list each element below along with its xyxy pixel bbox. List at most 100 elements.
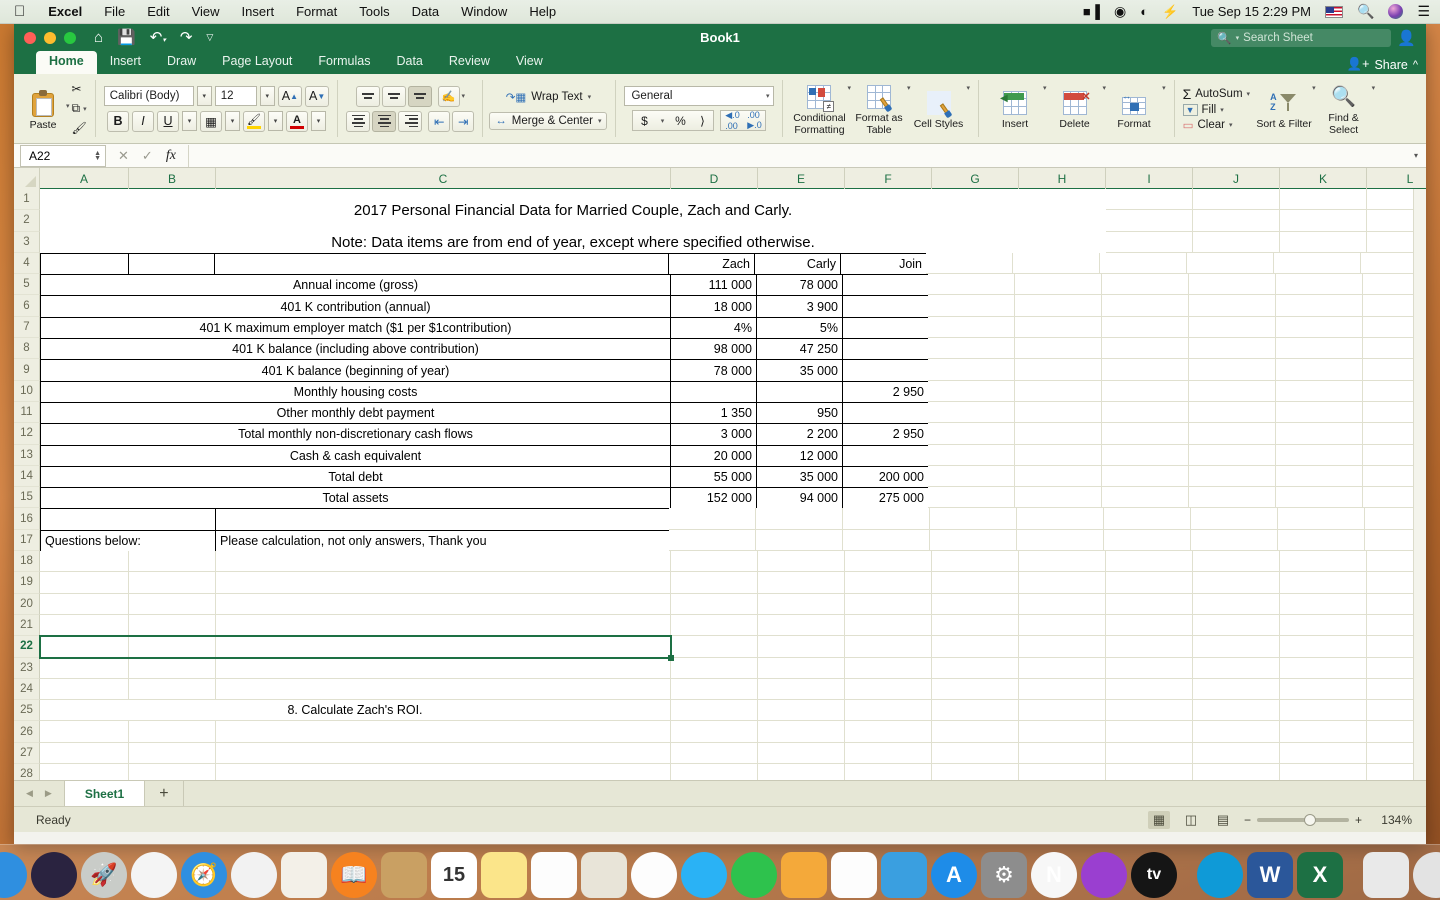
cell-I25[interactable] [1106, 700, 1193, 721]
cell-H27[interactable] [1019, 743, 1106, 764]
decrease-font-size-button[interactable]: A▼ [305, 86, 329, 107]
cell-J21[interactable] [1193, 615, 1280, 636]
cell-C27[interactable] [216, 743, 671, 764]
dock-item-document-stack[interactable] [1363, 852, 1409, 898]
merged-title-line-2[interactable]: Note: Data items are from end of year, e… [40, 232, 1106, 253]
column-header-b[interactable]: B [129, 168, 216, 189]
cell-G28[interactable] [932, 764, 1019, 780]
find-select-button[interactable]: 🔍 Find & Select [1316, 81, 1372, 137]
tab-formulas[interactable]: Formulas [305, 51, 383, 74]
cell-F10[interactable]: 2 950 [842, 381, 929, 403]
column-header-a[interactable]: A [40, 168, 129, 189]
cell-F28[interactable] [845, 764, 932, 780]
dock-item-pages[interactable] [781, 852, 827, 898]
fill-color-button[interactable]: 🖌 [243, 111, 265, 132]
select-all-corner[interactable] [14, 168, 40, 189]
save-icon[interactable]: 💾 [117, 30, 136, 45]
cell-C23[interactable] [216, 658, 671, 679]
cell-D22[interactable] [671, 636, 758, 657]
column-header-j[interactable]: J [1193, 168, 1280, 189]
zoom-slider[interactable]: − + [1244, 813, 1362, 827]
collapse-ribbon-icon[interactable]: ^ [1413, 59, 1418, 71]
previous-sheet-icon[interactable]: ◀ [26, 788, 33, 799]
page-break-icon[interactable]: ▤ [1212, 811, 1234, 829]
cell-C9[interactable]: 401 K balance (beginning of year) [40, 359, 671, 381]
cell-G26[interactable] [932, 721, 1019, 742]
cell-H16[interactable] [1017, 508, 1104, 529]
cell-J15[interactable] [1189, 487, 1276, 508]
cell-K25[interactable] [1280, 700, 1367, 721]
row-header-10[interactable]: 10 [14, 381, 40, 402]
cell-E17[interactable] [756, 530, 843, 551]
cell-A16[interactable] [40, 508, 216, 530]
row-header-8[interactable]: 8 [14, 338, 40, 359]
cell-D21[interactable] [671, 615, 758, 636]
cell-E20[interactable] [758, 594, 845, 615]
cell-F9[interactable] [842, 359, 929, 381]
cell-E22[interactable] [758, 636, 845, 657]
cell-G6[interactable] [928, 295, 1015, 316]
dock-item-finder[interactable] [0, 852, 27, 898]
cell-E7[interactable]: 5% [756, 317, 843, 339]
flag-icon[interactable] [1325, 6, 1343, 18]
zoom-out-button[interactable]: − [1244, 813, 1251, 827]
cell-H24[interactable] [1019, 679, 1106, 700]
cell-E11[interactable]: 950 [756, 402, 843, 424]
cell-G23[interactable] [932, 658, 1019, 679]
paste-button[interactable]: Paste [20, 86, 66, 131]
cell-D16[interactable] [669, 508, 756, 529]
search-sheet-box[interactable]: 🔍 ▾ Search Sheet [1211, 29, 1391, 47]
cell-G15[interactable] [928, 487, 1015, 508]
cell-G20[interactable] [932, 594, 1019, 615]
add-sheet-button[interactable]: + [145, 781, 183, 806]
cell-D4[interactable]: Zach [668, 253, 755, 275]
cell-H20[interactable] [1019, 594, 1106, 615]
cell-I17[interactable] [1104, 530, 1191, 551]
cell-F23[interactable] [845, 658, 932, 679]
cell-J6[interactable] [1189, 295, 1276, 316]
autosum-dropdown[interactable]: ▾ [1247, 90, 1251, 98]
clear-dropdown[interactable]: ▾ [1229, 121, 1233, 129]
cell-D24[interactable] [671, 679, 758, 700]
cell-C14[interactable]: Total debt [40, 466, 671, 488]
cell-E16[interactable] [756, 508, 843, 529]
cell-G11[interactable] [928, 402, 1015, 423]
cell-C21[interactable] [216, 615, 671, 636]
cell-E28[interactable] [758, 764, 845, 780]
search-icon[interactable]: 🔍 [1357, 3, 1374, 20]
underline-dropdown[interactable]: ▾ [182, 111, 197, 131]
dock-item-siri[interactable] [31, 852, 77, 898]
cell-E27[interactable] [758, 743, 845, 764]
cell-K28[interactable] [1280, 764, 1367, 780]
cell-H18[interactable] [1019, 551, 1106, 572]
cell-E14[interactable]: 35 000 [756, 466, 843, 488]
cell-J22[interactable] [1193, 636, 1280, 657]
expand-formula-bar-icon[interactable]: ▾ [1414, 151, 1426, 160]
cell-H19[interactable] [1019, 572, 1106, 593]
cell-G16[interactable] [930, 508, 1017, 529]
cell-D9[interactable]: 78 000 [670, 359, 757, 381]
cell-H8[interactable] [1015, 338, 1102, 359]
dock-item-numbers[interactable] [831, 852, 877, 898]
dock-item-contacts[interactable] [381, 852, 427, 898]
cell-G4[interactable] [926, 253, 1013, 274]
home-icon[interactable]: ⌂ [94, 30, 103, 45]
cell-C19[interactable] [216, 572, 671, 593]
align-center-button[interactable] [372, 111, 396, 132]
copy-icon[interactable]: ⧉ [72, 101, 81, 116]
cell-C15[interactable]: Total assets [40, 487, 671, 509]
cell-J20[interactable] [1193, 594, 1280, 615]
cell-K21[interactable] [1280, 615, 1367, 636]
tab-review[interactable]: Review [436, 51, 503, 74]
cell-I27[interactable] [1106, 743, 1193, 764]
cell-C12[interactable]: Total monthly non-discretionary cash flo… [40, 423, 671, 445]
cell-E6[interactable]: 3 900 [756, 295, 843, 317]
cell-H13[interactable] [1015, 445, 1102, 466]
dock-item-podcasts[interactable] [1081, 852, 1127, 898]
cell-K22[interactable] [1280, 636, 1367, 657]
cell-A20[interactable] [40, 594, 129, 615]
cell-K24[interactable] [1280, 679, 1367, 700]
menu-view[interactable]: View [181, 4, 231, 19]
cell-J8[interactable] [1189, 338, 1276, 359]
cell-D26[interactable] [671, 721, 758, 742]
